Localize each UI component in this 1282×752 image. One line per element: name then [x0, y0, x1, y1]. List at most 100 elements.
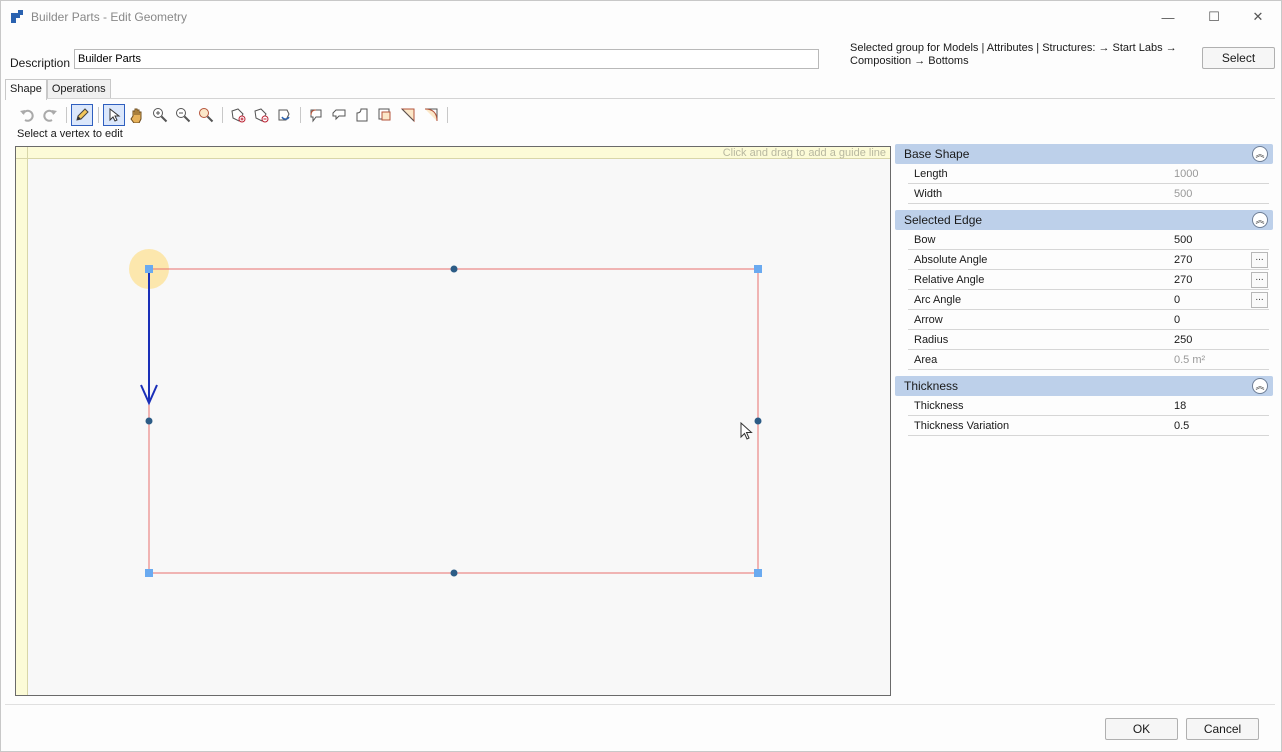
diagonal-cut-button[interactable] — [397, 104, 419, 126]
minimize-icon: — — [1161, 9, 1175, 25]
property-value[interactable]: 270 — [1174, 254, 1192, 266]
ellipsis-button[interactable]: ... — [1251, 272, 1268, 288]
shape-toolbar — [16, 104, 452, 126]
selected-group-line-1: Selected group for Models | Attributes |… — [850, 42, 1177, 54]
tab-divider — [5, 98, 1275, 99]
ok-button[interactable]: OK — [1105, 718, 1178, 740]
title-bar: Builder Parts - Edit Geometry — ☐ ✕ — [1, 1, 1281, 33]
property-label: Thickness Variation — [914, 420, 1010, 432]
pointer-tool-button[interactable] — [103, 104, 125, 126]
zoom-out-icon — [176, 108, 191, 123]
redo-icon — [43, 109, 57, 122]
vertex-handle-top-left[interactable] — [145, 265, 153, 273]
tab-operations[interactable]: Operations — [46, 79, 111, 99]
vertex-handle-bottom-left[interactable] — [145, 569, 153, 577]
property-value[interactable]: 500 — [1174, 234, 1192, 246]
collapse-icon[interactable]: ︽ — [1252, 212, 1268, 228]
property-value[interactable]: 18 — [1174, 400, 1186, 412]
property-value[interactable]: 0 — [1174, 294, 1180, 306]
property-row-length: Length 1000 — [908, 164, 1269, 184]
property-row-arrow[interactable]: Arrow 0 — [908, 310, 1269, 330]
geometry-canvas[interactable]: Click and drag to add a guide line — [15, 146, 891, 696]
description-input[interactable] — [74, 49, 819, 69]
property-value[interactable]: 0 — [1174, 314, 1180, 326]
midpoint-handle-top[interactable] — [450, 265, 458, 273]
arc-cut-button[interactable] — [420, 104, 442, 126]
zoom-out-button[interactable] — [172, 104, 194, 126]
property-label: Relative Angle — [914, 274, 985, 286]
property-row-bow[interactable]: Bow 500 — [908, 230, 1269, 250]
property-label: Arrow — [914, 314, 943, 326]
vertex-handle-bottom-right[interactable] — [754, 569, 762, 577]
property-row-arc-angle[interactable]: Arc Angle 0... — [908, 290, 1269, 310]
section-thickness[interactable]: Thickness ︽ — [895, 376, 1273, 396]
tab-shape[interactable]: Shape — [5, 79, 47, 100]
toolbar-hint: Select a vertex to edit — [17, 128, 123, 140]
property-row-absolute-angle[interactable]: Absolute Angle 270... — [908, 250, 1269, 270]
property-label: Arc Angle — [914, 294, 962, 306]
property-label: Area — [914, 354, 938, 366]
selected-group-line-2: Composition → Bottoms — [850, 55, 969, 67]
section-selected-edge[interactable]: Selected Edge ︽ — [895, 210, 1273, 230]
vertex-handle-top-right[interactable] — [754, 265, 762, 273]
property-label: Bow — [914, 234, 936, 246]
edit-vertex-button[interactable] — [71, 104, 93, 126]
zoom-fit-button[interactable] — [195, 104, 217, 126]
notch-icon — [356, 108, 368, 122]
section-title: Thickness — [904, 379, 959, 393]
property-row-relative-angle[interactable]: Relative Angle 270... — [908, 270, 1269, 290]
midpoint-handle-right[interactable] — [754, 417, 762, 425]
round-corner-button[interactable] — [305, 104, 327, 126]
property-value[interactable]: 250 — [1174, 334, 1192, 346]
close-button[interactable]: ✕ — [1235, 1, 1281, 33]
property-value: 0.5 m² — [1174, 354, 1206, 366]
minimize-button[interactable]: — — [1145, 1, 1191, 33]
collapse-icon[interactable]: ︽ — [1252, 378, 1268, 394]
ellipsis-button[interactable]: ... — [1251, 252, 1268, 268]
property-row-radius[interactable]: Radius 250 — [908, 330, 1269, 350]
chamfer-corner-button[interactable] — [328, 104, 350, 126]
redo-button[interactable] — [39, 104, 61, 126]
property-row-thickness-variation[interactable]: Thickness Variation 0.5 — [908, 416, 1269, 436]
diagonal-cut-icon — [400, 108, 415, 123]
property-grid: Base Shape ︽ Length 1000 Width 500 Selecte… — [895, 144, 1273, 436]
notch-corner-button[interactable] — [351, 104, 373, 126]
pencil-icon — [76, 108, 89, 121]
remove-vertex-button[interactable] — [250, 104, 272, 126]
undo-button[interactable] — [16, 104, 38, 126]
property-label: Length — [914, 168, 948, 180]
close-icon: ✕ — [1252, 9, 1264, 24]
section-title: Base Shape — [904, 147, 970, 161]
cancel-button[interactable]: Cancel — [1186, 718, 1259, 740]
rectangle-cut-button[interactable] — [374, 104, 396, 126]
edit-geometry-window: Builder Parts - Edit Geometry — ☐ ✕ Desc… — [0, 0, 1282, 752]
add-vertex-button[interactable] — [227, 104, 249, 126]
mouse-cursor-icon — [740, 421, 753, 440]
maximize-icon: ☐ — [1208, 9, 1220, 24]
ellipsis-button[interactable]: ... — [1251, 292, 1268, 308]
toolbar-separator — [222, 107, 223, 123]
property-row-thickness[interactable]: Thickness 18 — [908, 396, 1269, 416]
select-button[interactable]: Select — [1202, 47, 1275, 69]
property-value: 500 — [1174, 188, 1193, 200]
shape-outline[interactable] — [148, 268, 759, 574]
zoom-in-button[interactable] — [149, 104, 171, 126]
midpoint-handle-left[interactable] — [145, 417, 153, 425]
property-label: Absolute Angle — [914, 254, 988, 266]
rotate-icon — [278, 109, 290, 121]
property-value[interactable]: 0.5 — [1174, 420, 1189, 432]
pan-tool-button[interactable] — [126, 104, 148, 126]
midpoint-handle-bottom[interactable] — [450, 569, 458, 577]
collapse-icon[interactable]: ︽ — [1252, 146, 1268, 162]
toolbar-separator — [300, 107, 301, 123]
undo-icon — [20, 109, 34, 122]
property-row-width: Width 500 — [908, 184, 1269, 204]
window-title: Builder Parts - Edit Geometry — [31, 10, 188, 24]
pointer-icon — [109, 107, 121, 122]
section-base-shape[interactable]: Base Shape ︽ — [895, 144, 1273, 164]
rotate-shape-button[interactable] — [273, 104, 295, 126]
toolbar-separator — [447, 107, 448, 123]
maximize-button[interactable]: ☐ — [1191, 1, 1237, 33]
property-value[interactable]: 270 — [1174, 274, 1192, 286]
shape-drawing — [129, 249, 762, 577]
